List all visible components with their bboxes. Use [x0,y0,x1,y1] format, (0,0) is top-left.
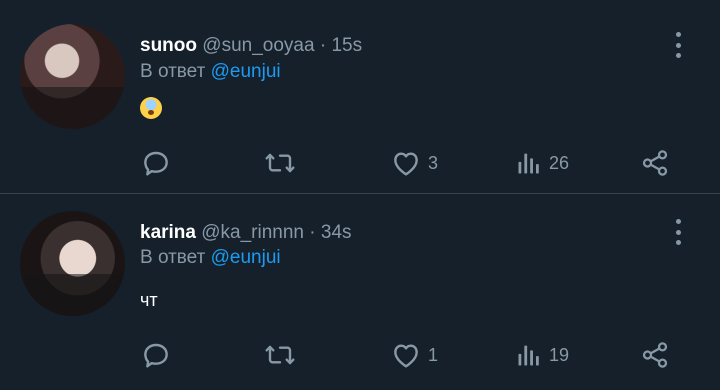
tweet-text: чт [140,290,158,310]
reply-prefix: В ответ [140,61,206,82]
user-handle[interactable]: @sun_ooyaa [202,35,314,56]
timestamp[interactable]: 15s [331,35,362,56]
more-vertical-icon[interactable] [668,217,688,247]
avatar[interactable] [20,211,125,316]
heart-icon [394,152,418,176]
reply-icon [144,343,168,368]
avatar[interactable] [20,24,125,129]
action-bar: 1 19 [0,337,720,373]
views-icon [518,153,539,174]
share-icon [642,150,668,176]
separator-dot: · [319,35,327,56]
tweet-header: karina @ka_rinnnn · 34s [140,221,352,245]
reply-prefix: В ответ [140,247,206,268]
retweet-button[interactable] [263,145,297,181]
heart-icon [394,344,418,368]
view-count: 19 [549,344,570,365]
mention-link[interactable]: @eunjui [211,61,281,82]
tweet-text [140,96,162,119]
views-button[interactable]: 19 [515,337,569,373]
like-count: 1 [428,344,439,365]
share-button[interactable] [640,145,670,181]
tweet[interactable]: karina @ka_rinnnn · 34s В ответ @eunjui … [0,194,720,388]
reply-context: В ответ @eunjui [140,247,281,269]
display-name[interactable]: sunoo [140,35,197,56]
tweet[interactable]: sunoo @sun_ooyaa · 15s В ответ @eunjui 3 [0,0,720,194]
retweet-button[interactable] [263,337,297,373]
share-button[interactable] [640,337,670,373]
display-name[interactable]: karina [140,222,196,243]
like-button[interactable]: 3 [390,145,438,181]
like-button[interactable]: 1 [390,337,438,373]
tweet-header: sunoo @sun_ooyaa · 15s [140,34,362,58]
reply-button[interactable] [140,145,172,181]
views-icon [518,345,539,366]
timestamp[interactable]: 34s [321,222,352,243]
share-icon [642,342,668,368]
separator-dot: · [309,222,316,243]
mention-link[interactable]: @eunjui [211,247,281,268]
view-count: 26 [549,152,570,173]
more-vertical-icon[interactable] [668,30,688,60]
retweet-icon [265,153,295,173]
retweet-icon [265,345,295,365]
fearful-face-emoji [140,96,162,119]
reply-context: В ответ @eunjui [140,61,281,83]
views-button[interactable]: 26 [515,145,569,181]
like-count: 3 [428,152,439,173]
user-handle[interactable]: @ka_rinnnn [201,222,304,243]
reply-button[interactable] [140,337,172,373]
reply-icon [144,151,168,176]
action-bar: 3 26 [0,145,720,181]
